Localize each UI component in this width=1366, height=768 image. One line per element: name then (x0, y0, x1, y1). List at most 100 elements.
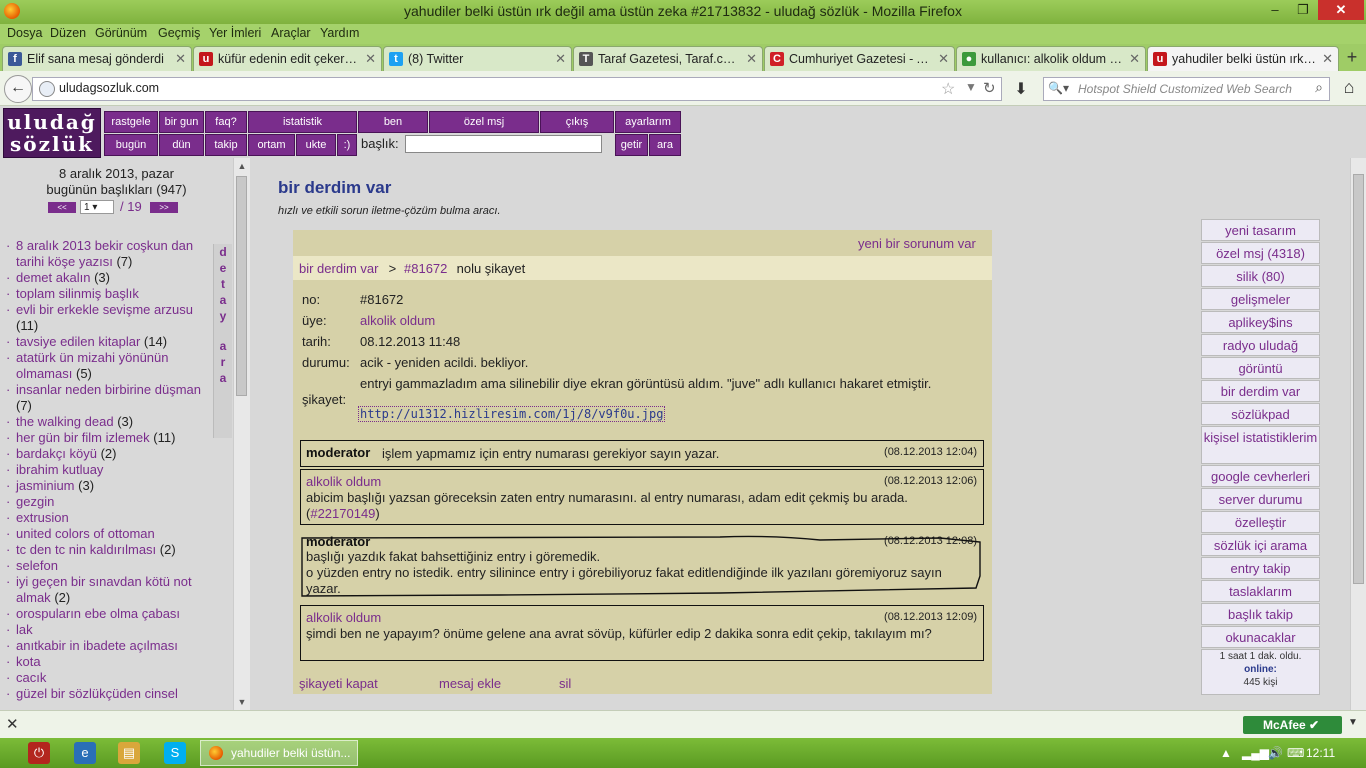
topic-title[interactable]: demet akalın (16, 270, 90, 285)
search-button[interactable]: ara (649, 134, 681, 156)
close-button[interactable]: ✕ (1318, 0, 1364, 20)
menu-yer-imleri[interactable]: Yer İmleri (209, 26, 261, 40)
message-author-link[interactable]: alkolik oldum (306, 474, 381, 489)
tab-active-yahudiler[interactable]: u yahudiler belki üstün ırk d... ✕ (1147, 46, 1339, 71)
topic-item[interactable]: anıtkabir in ibadete açılması (6, 638, 210, 654)
topic-item[interactable]: evli bir erkekle sevişme arzusu (11) (6, 302, 210, 334)
topic-item[interactable]: lak (6, 622, 210, 638)
tab-cumhuriyet[interactable]: C Cumhuriyet Gazetesi - An... ✕ (764, 46, 955, 71)
topic-item[interactable]: united colors of ottoman (6, 526, 210, 542)
right-menu-item[interactable]: kişisel istatistiklerim (1201, 426, 1320, 464)
addon-bar-close-icon[interactable]: ✕ (6, 715, 19, 733)
topic-title[interactable]: kota (16, 654, 41, 669)
scrollbar-thumb[interactable] (236, 176, 247, 396)
member-link[interactable]: alkolik oldum (360, 313, 435, 328)
topic-title[interactable]: cacık (16, 670, 46, 685)
nav-ben[interactable]: ben (358, 111, 428, 133)
right-menu-item[interactable]: radyo uludağ (1201, 334, 1320, 356)
home-icon[interactable]: ⌂ (1338, 77, 1360, 99)
topic-title[interactable]: anıtkabir in ibadete açılması (16, 638, 178, 653)
tab-close-icon[interactable]: ✕ (555, 47, 566, 71)
message-author-link[interactable]: alkolik oldum (306, 610, 381, 625)
nav-ayarlarim[interactable]: ayarlarım (615, 111, 681, 133)
url-bar[interactable]: uludagsozluk.com ☆ ▼ ↻ (32, 77, 1002, 101)
breadcrumb-root-link[interactable]: bir derdim var (299, 261, 378, 276)
volume-icon[interactable]: 🔊 (1268, 746, 1283, 760)
new-tab-button[interactable]: + (1342, 47, 1362, 67)
tab-close-icon[interactable]: ✕ (1129, 47, 1140, 71)
topic-title[interactable]: selefon (16, 558, 58, 573)
topic-item[interactable]: orospuların ebe olma çabası (6, 606, 210, 622)
nav-ozel-msj[interactable]: özel msj (429, 111, 539, 133)
topic-item[interactable]: toplam silinmiş başlık (6, 286, 210, 302)
topic-title[interactable]: jasminium (16, 478, 75, 493)
topic-item[interactable]: extrusion (6, 510, 210, 526)
clock[interactable]: 12:11 (1306, 746, 1335, 760)
nav-faq[interactable]: faq? (205, 111, 247, 133)
topic-title[interactable]: extrusion (16, 510, 69, 525)
menu-duzen[interactable]: Düzen (50, 26, 86, 40)
topic-title[interactable]: 8 aralık 2013 bekir coşkun dan tarihi kö… (16, 238, 193, 269)
topic-title[interactable]: united colors of ottoman (16, 526, 155, 541)
topic-item[interactable]: demet akalın (3) (6, 270, 210, 286)
fetch-button[interactable]: getir (615, 134, 648, 156)
right-menu-item[interactable]: özelleştir (1201, 511, 1320, 533)
nav-ukte[interactable]: ukte (296, 134, 336, 156)
power-icon[interactable]: ⏻ (28, 742, 50, 764)
right-menu-item[interactable]: özel msj (4318) (1201, 242, 1320, 264)
right-menu-item[interactable]: yeni tasarım (1201, 219, 1320, 241)
back-arrow-icon[interactable]: ← (4, 75, 32, 103)
right-menu-item[interactable]: google cevherleri (1201, 465, 1320, 487)
topic-title[interactable]: lak (16, 622, 33, 637)
topic-title[interactable]: atatürk ün mizahi yönünün olmaması (16, 350, 168, 381)
menu-gorunum[interactable]: Görünüm (95, 26, 147, 40)
show-hidden-icons[interactable]: ▲ (1220, 746, 1232, 760)
right-menu-item[interactable]: sözlük içi arama (1201, 534, 1320, 556)
right-menu-item[interactable]: başlık takip (1201, 603, 1320, 625)
nav-istatistik[interactable]: istatistik (248, 111, 357, 133)
tab-facebook[interactable]: f Elif sana mesaj gönderdi ✕ (2, 46, 192, 71)
topic-title[interactable]: toplam silinmiş başlık (16, 286, 139, 301)
menu-gecmis[interactable]: Geçmiş (158, 26, 200, 40)
topic-title[interactable]: orospuların ebe olma çabası (16, 606, 180, 621)
topic-title[interactable]: tc den tc nin kaldırılması (16, 542, 156, 557)
topic-item[interactable]: kota (6, 654, 210, 670)
right-menu-item[interactable]: server durumu (1201, 488, 1320, 510)
search-bar[interactable]: 🔍▾ Hotspot Shield Customized Web Search … (1043, 77, 1330, 101)
right-menu-item[interactable]: bir derdim var (1201, 380, 1320, 402)
internet-explorer-icon[interactable]: e (74, 742, 96, 764)
breadcrumb-id-link[interactable]: #81672 (404, 261, 447, 276)
tab-taraf[interactable]: T Taraf Gazetesi, Taraf.com.... ✕ (573, 46, 763, 71)
minimize-button[interactable]: – (1262, 0, 1288, 20)
delete-link[interactable]: sil (559, 676, 571, 691)
add-message-link[interactable]: mesaj ekle (439, 676, 501, 691)
right-menu-item[interactable]: görüntü (1201, 357, 1320, 379)
nav-dun[interactable]: dün (159, 134, 204, 156)
topic-item[interactable]: her gün bir film izlemek (11) (6, 430, 210, 446)
menu-yardim[interactable]: Yardım (320, 26, 359, 40)
page-scrollbar[interactable] (1350, 158, 1366, 710)
title-search-input[interactable] (405, 135, 602, 153)
new-problem-link[interactable]: yeni bir sorunum var (858, 236, 976, 251)
right-menu-item[interactable]: entry takip (1201, 557, 1320, 579)
taskbar-firefox-window[interactable]: yahudiler belki üstün... (200, 740, 358, 766)
topic-title[interactable]: insanlar neden birbirine düşman (16, 382, 201, 397)
topic-title[interactable]: iyi geçen bir sınavdan kötü not almak (16, 574, 192, 605)
topic-item[interactable]: tc den tc nin kaldırılması (2) (6, 542, 210, 558)
topic-item[interactable]: bardakçı köyü (2) (6, 446, 210, 462)
nav-smiley[interactable]: :) (337, 134, 357, 156)
mcafee-dropdown-icon[interactable]: ▼ (1348, 717, 1358, 728)
tab-close-icon[interactable]: ✕ (1322, 47, 1333, 71)
topic-item[interactable]: jasminium (3) (6, 478, 210, 494)
topic-item[interactable]: atatürk ün mizahi yönünün olmaması (5) (6, 350, 210, 382)
menu-araclar[interactable]: Araçlar (271, 26, 311, 40)
maximize-button[interactable]: ❐ (1290, 0, 1316, 20)
topic-title[interactable]: ibrahim kutluay (16, 462, 103, 477)
topic-item[interactable]: güzel bir sözlükçüden cinsel (6, 686, 210, 702)
right-menu-item[interactable]: okunacaklar (1201, 626, 1320, 648)
topic-item[interactable]: iyi geçen bir sınavdan kötü not almak (2… (6, 574, 210, 606)
file-explorer-icon[interactable]: ▤ (118, 742, 140, 764)
right-menu-item[interactable]: sözlükpad (1201, 403, 1320, 425)
page-select[interactable]: 1 ▾ (80, 200, 114, 214)
keyboard-icon[interactable]: ⌨ (1287, 746, 1304, 760)
